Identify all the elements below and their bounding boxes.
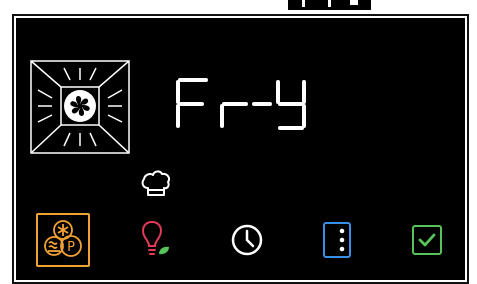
svg-text:P: P	[67, 240, 75, 255]
clock-icon	[231, 224, 263, 256]
mode-display-text	[176, 78, 306, 130]
checkmark-icon	[412, 225, 442, 255]
light-button[interactable]	[128, 213, 182, 267]
segment-tick	[328, 0, 331, 7]
timer-button[interactable]	[220, 213, 274, 267]
top-strip	[0, 0, 477, 10]
light-bulb-leaf-icon	[141, 220, 169, 255]
heating-mode-button[interactable]: P	[36, 213, 90, 267]
segment-tick	[350, 0, 358, 5]
confirm-button[interactable]	[400, 213, 454, 267]
oven-control-panel: P	[14, 16, 467, 282]
top-readout-cropped	[288, 0, 371, 10]
oven-fan-illustration	[30, 60, 130, 154]
segment-tick	[302, 0, 305, 7]
chef-hat-icon	[141, 170, 171, 196]
convection-pizza-icon: P	[44, 220, 82, 257]
options-button[interactable]	[310, 213, 364, 267]
bottom-toolbar: P	[16, 208, 469, 270]
vertical-dots-icon	[323, 222, 351, 258]
